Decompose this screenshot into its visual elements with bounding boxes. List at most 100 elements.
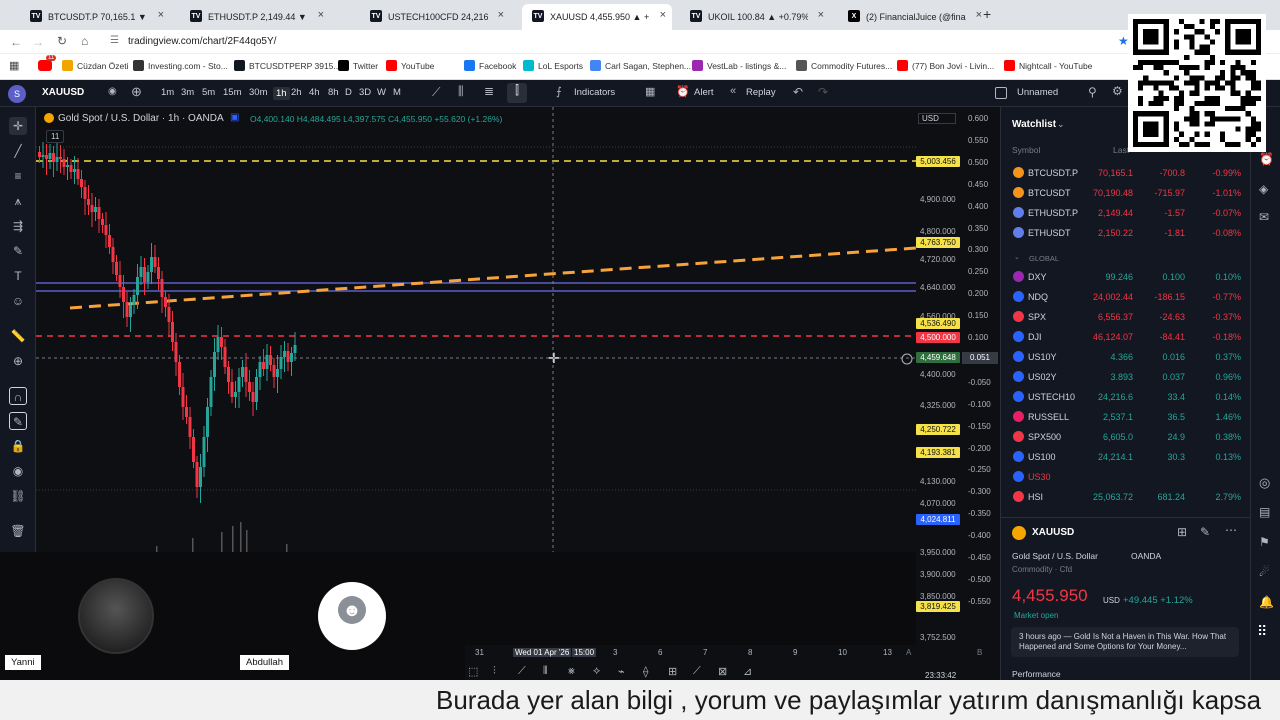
drawing-shortcut-icon[interactable]: ⊠	[718, 665, 727, 678]
performance-label[interactable]: Performance	[1012, 669, 1061, 679]
layout-icon[interactable]	[995, 87, 1007, 99]
stay-drawing-icon[interactable]: ✎	[9, 412, 27, 430]
bookmark-item[interactable]: Facebook	[464, 60, 516, 71]
forward-icon[interactable]: →	[32, 35, 44, 49]
watchlist-row[interactable]: HSI 25,063.72 681.24 2.79%	[1001, 487, 1251, 507]
emoji-icon[interactable]: ☺	[9, 292, 27, 310]
layouts-icon[interactable]: ▦	[645, 85, 655, 98]
tab-close-icon[interactable]: ×	[318, 9, 324, 21]
news-card[interactable]: 3 hours ago — Gold Is Not a Haven in Thi…	[1011, 627, 1239, 657]
settings-icon[interactable]: ⚙	[1112, 84, 1123, 98]
bookmark-item[interactable]: Twitter	[338, 60, 378, 71]
calendar-icon[interactable]: ▤	[1259, 505, 1270, 519]
chart-type-icon[interactable]: ⫿	[507, 83, 527, 103]
interval-4h[interactable]: 4h	[309, 87, 320, 98]
time-axis[interactable]: 31 Wed 01 Apr '26 15:00 3 6 7 8 9 10 13 A B ⬚ ⫶ ⟋ ⫴ ⨳ ⟡ ⌁ ⟠…	[465, 645, 982, 689]
browser-tab[interactable]: TV ETHUSDT.P 2,149.44 ▼ −0.07% ×	[180, 4, 330, 30]
layers-icon[interactable]: ◈	[1259, 182, 1268, 196]
interval-1m[interactable]: 1m	[161, 87, 174, 98]
layout-name[interactable]: Unnamed	[1017, 87, 1058, 98]
bookmark-item[interactable]: Investing.com - Sto...	[133, 60, 228, 71]
tab-close-icon[interactable]: ×	[976, 9, 982, 21]
watchlist-row[interactable]: BTCUSDT.P 70,165.1 -700.8 -0.99%	[1001, 163, 1251, 183]
ideas-icon[interactable]: ☄	[1259, 565, 1270, 579]
chart-canvas[interactable]: ✛ Gold Spot / U.S. Dollar · 1h · OANDA ▣…	[36, 107, 916, 552]
indicator-toggle[interactable]: 11	[46, 130, 65, 143]
undo-icon[interactable]: ↶	[793, 85, 803, 99]
brush-icon[interactable]: ✎	[9, 242, 27, 260]
bookmark-item[interactable]: LoL Esports	[523, 60, 583, 71]
watchlist-row[interactable]: US02Y 3.893 0.037 0.96%	[1001, 367, 1251, 387]
forecast-icon[interactable]: ⇶	[9, 217, 27, 235]
watchlist-row[interactable]: NDQ 24,002.44 -186.15 -0.77%	[1001, 287, 1251, 307]
drawing-shortcut-icon[interactable]: ⟋	[518, 665, 526, 678]
interval-W[interactable]: W	[377, 87, 386, 98]
magnet-icon[interactable]: ∩	[9, 387, 27, 405]
bookmark-item[interactable]: Commodity Futures...	[796, 60, 892, 71]
interval-8h[interactable]: 8h	[328, 87, 339, 98]
symbol-search[interactable]: XAUUSD	[42, 87, 84, 98]
watchlist-row[interactable]: DXY 99.246 0.100 0.10%	[1001, 267, 1251, 287]
url-field[interactable]: tradingview.com/chart/2F44qo5Y/	[128, 36, 276, 47]
interval-D[interactable]: D	[345, 87, 352, 98]
back-icon[interactable]: ←	[10, 35, 22, 49]
watchlist-row[interactable]: US10Y 4.366 0.016 0.37%	[1001, 347, 1251, 367]
interval-30m[interactable]: 30m	[249, 87, 267, 98]
bookmark-item[interactable]: Nightcall - YouTube	[1004, 60, 1092, 71]
drawing-shortcut-icon[interactable]: ⟠	[643, 665, 648, 678]
details-name[interactable]: Gold Spot / U.S. Dollar	[1012, 551, 1098, 561]
col-last[interactable]: Last	[1113, 145, 1129, 155]
target-icon[interactable]: ◎	[1259, 475, 1270, 491]
line-chart-icon[interactable]: ⟋	[432, 85, 440, 100]
watchlist-row[interactable]: DJI 46,124.07 -84.41 -0.18%	[1001, 327, 1251, 347]
apps-grid-icon[interactable]: ▦	[9, 59, 19, 72]
drawing-shortcut-icon[interactable]: ⫶	[493, 665, 496, 678]
pattern-icon[interactable]: ⩚	[9, 192, 27, 210]
apps-icon[interactable]: ⠿	[1257, 623, 1267, 640]
alerts-icon[interactable]: ⏰	[1259, 152, 1274, 166]
chat-icon[interactable]: ✉	[1259, 210, 1269, 224]
auto-scale-toggle[interactable]: A	[906, 648, 911, 657]
text-icon[interactable]: T	[9, 267, 27, 285]
drawing-shortcut-icon[interactable]: ⊞	[668, 665, 677, 678]
alert-button[interactable]: Alert	[694, 87, 714, 98]
eye-icon[interactable]: ◉	[9, 462, 27, 480]
bookmark-item[interactable]: Carl Sagan, Stephen...	[590, 60, 691, 71]
watchlist-row[interactable]: US100 24,214.1 30.3 0.13%	[1001, 447, 1251, 467]
browser-tab[interactable]: TV USTECH100CFD 24,216.6 ▲ +0.1 ×	[360, 4, 510, 30]
replay-button[interactable]: Replay	[746, 87, 776, 98]
col-symbol[interactable]: Symbol	[1012, 145, 1040, 155]
watchlist-row[interactable]: ETHUSDT 2,150.22 -1.81 -0.08%	[1001, 223, 1251, 243]
watchlist-row[interactable]: BTCUSDT 70,190.48 -715.97 -1.01%	[1001, 183, 1251, 203]
bookmark-item[interactable]: BTCUSDTPERP 3915...	[234, 60, 341, 71]
drawing-shortcut-icon[interactable]: ⫴	[543, 665, 548, 678]
trash-icon[interactable]: 🗑	[9, 522, 27, 540]
bookmark-icon[interactable]: ▣	[230, 112, 239, 123]
layout-grid-icon[interactable]: ⊞	[1177, 525, 1187, 539]
drawing-shortcut-icon[interactable]: ⬚	[468, 665, 478, 678]
indicators-icon[interactable]: ⨍	[556, 85, 562, 98]
browser-tab[interactable]: TV BTCUSDT.P 70,165.1 ▼ −0.99% ×	[20, 4, 170, 30]
group-chevron-icon[interactable]: ⌄	[1014, 253, 1020, 261]
interval-M[interactable]: M	[393, 87, 401, 98]
zoom-icon[interactable]: ⊕	[9, 352, 27, 370]
browser-tab[interactable]: TV UKOIL 100.84 ▲ +0.79% Unna ×	[680, 4, 830, 30]
percent-scale[interactable]: 0.600 0.550 0.500 0.450 0.400 0.350 0.300 0.250…	[960, 107, 1000, 660]
watchlist-row[interactable]: SPX 6,556.37 -24.63 -0.37%	[1001, 307, 1251, 327]
new-tab-button[interactable]: +	[983, 6, 991, 22]
log-scale-toggle[interactable]: B	[977, 648, 982, 657]
group-label[interactable]: GLOBAL	[1029, 254, 1059, 263]
edit-icon[interactable]: ✎	[1200, 525, 1210, 539]
hot-list-icon[interactable]: ⚑	[1259, 535, 1270, 549]
tab-close-icon[interactable]: ×	[498, 9, 504, 21]
drawing-shortcut-icon[interactable]: ⟋	[693, 665, 701, 678]
more-icon[interactable]: ⋯	[1225, 523, 1237, 537]
replay-icon[interactable]: «	[730, 85, 736, 97]
bookmark-item[interactable]: (77) Bon Jovi - Livin...	[897, 60, 994, 71]
redo-icon[interactable]: ↷	[818, 85, 828, 99]
ruler-icon[interactable]: 📏	[9, 327, 27, 345]
price-scale[interactable]: USD 4,900.000 4,800.000 4,720.000 4,640.000…	[916, 107, 960, 660]
interval-1h[interactable]: 1h	[273, 87, 290, 100]
bookmark-item[interactable]: Cüzdan Özeti	[62, 60, 129, 71]
details-symbol[interactable]: XAUUSD	[1032, 527, 1074, 538]
